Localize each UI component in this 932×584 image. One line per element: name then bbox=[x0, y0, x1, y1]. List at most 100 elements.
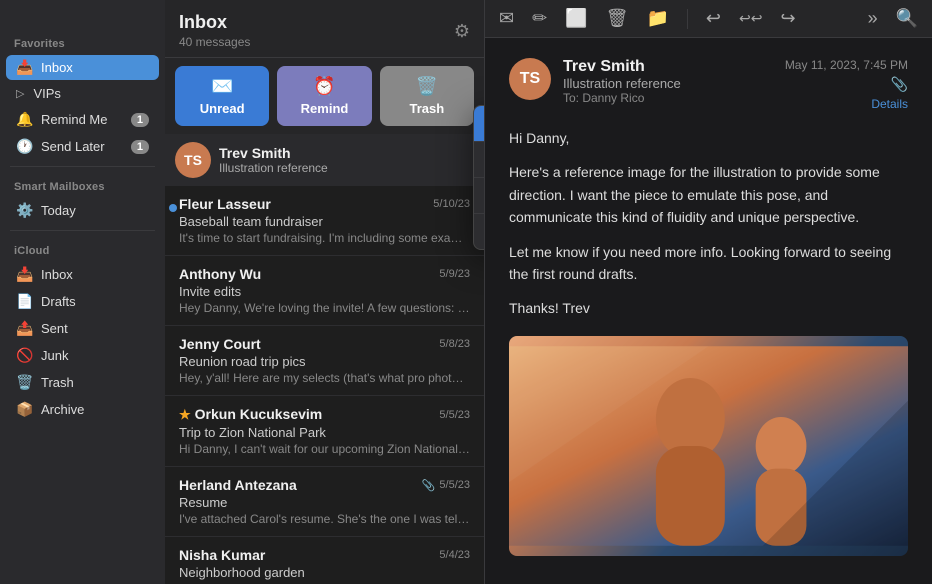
swipe-preview-row: TS Trev Smith Illustration reference bbox=[165, 134, 484, 186]
list-item[interactable]: Nisha Kumar 5/4/23 Neighborhood garden W… bbox=[165, 537, 484, 584]
unread-button[interactable]: ✉️ Unread bbox=[175, 66, 269, 126]
sidebar-trash-label: Trash bbox=[41, 375, 74, 390]
sidebar-inbox-label: Inbox bbox=[41, 60, 73, 75]
reply-all-icon[interactable]: ↩↩ bbox=[739, 10, 762, 27]
reply-icon[interactable]: ↩ bbox=[706, 8, 721, 29]
filter-icon[interactable]: ⚙ bbox=[454, 21, 470, 42]
search-icon[interactable]: 🔍 bbox=[896, 8, 918, 29]
email-right: May 11, 2023, 7:45 PM 📎 Details bbox=[785, 58, 908, 111]
folder-icon[interactable]: 📁 bbox=[646, 8, 668, 29]
list-item[interactable]: Fleur Lasseur 5/10/23 Baseball team fund… bbox=[165, 186, 484, 256]
trev-subject: Illustration reference bbox=[219, 161, 474, 175]
msg-subject: Invite edits bbox=[179, 284, 470, 299]
archive-action-icon[interactable]: ⬜ bbox=[565, 8, 587, 29]
compose-icon[interactable]: ✉ bbox=[499, 8, 514, 29]
email-body: Hi Danny, Here's a reference image for t… bbox=[509, 127, 908, 320]
msg-preview: Hi Danny, I can't wait for our upcoming … bbox=[179, 442, 470, 456]
msg-header: Anthony Wu 5/9/23 bbox=[179, 266, 470, 282]
sender-name: Herland Antezana bbox=[179, 477, 297, 493]
body-line-1: Hi Danny, bbox=[509, 127, 908, 149]
list-item[interactable]: ★Orkun Kucuksevim 5/5/23 Trip to Zion Na… bbox=[165, 396, 484, 467]
sidebar-icloud-inbox-label: Inbox bbox=[41, 267, 73, 282]
trev-avatar: TS bbox=[175, 142, 211, 178]
sidebar-item-trash[interactable]: 🗑️ Trash bbox=[6, 370, 159, 395]
sidebar-remind-label: Remind Me bbox=[41, 112, 107, 127]
sidebar-item-sent[interactable]: 📤 Sent bbox=[6, 316, 159, 341]
email-viewer: ✉ ✏ ⬜ 🗑 📁 ↩ ↩↩ ↪ » 🔍 TS Trev Smith Illus… bbox=[485, 0, 932, 584]
msg-header: Fleur Lasseur 5/10/23 bbox=[179, 196, 470, 212]
msg-subject: Trip to Zion National Park bbox=[179, 425, 470, 440]
remind-btn-label: Remind bbox=[301, 101, 349, 116]
sender-name: Nisha Kumar bbox=[179, 547, 265, 563]
msg-date: 5/5/23 bbox=[439, 409, 470, 421]
msg-subject: Neighborhood garden bbox=[179, 565, 470, 580]
junk-icon: 🚫 bbox=[16, 347, 34, 364]
trash-btn-label: Trash bbox=[409, 101, 444, 116]
drafts-icon: 📄 bbox=[16, 293, 34, 310]
msg-preview: It's time to start fundraising. I'm incl… bbox=[179, 231, 470, 245]
sidebar-vips-label: VIPs bbox=[33, 86, 60, 101]
remind-later[interactable]: Remind Me Later… bbox=[474, 214, 485, 249]
sidebar-item-inbox[interactable]: 📥 Inbox bbox=[6, 55, 159, 80]
remind-btn-icon: ⏰ bbox=[313, 76, 335, 97]
reference-image-svg bbox=[509, 336, 908, 556]
sender-name: Jenny Court bbox=[179, 336, 261, 352]
inbox-title: Inbox bbox=[179, 12, 250, 33]
sidebar-item-archive[interactable]: 📦 Archive bbox=[6, 397, 159, 422]
message-list: Inbox 40 messages ⚙ ✉️ Unread ⏰ Remind 🗑… bbox=[165, 0, 485, 584]
trev-preview-content: Trev Smith Illustration reference bbox=[219, 145, 474, 175]
sender-name: Fleur Lasseur bbox=[179, 196, 271, 212]
msg-date: 5/5/23 bbox=[439, 479, 470, 491]
remind-in-hour[interactable]: Remind Me in 1 Hour bbox=[474, 106, 485, 142]
list-item[interactable]: Anthony Wu 5/9/23 Invite edits Hey Danny… bbox=[165, 256, 484, 326]
sidebar-sendlater-label: Send Later bbox=[41, 139, 105, 154]
sent-icon: 📤 bbox=[16, 320, 34, 337]
sidebar-item-junk[interactable]: 🚫 Junk bbox=[6, 343, 159, 368]
forward-icon[interactable]: ↪ bbox=[780, 8, 795, 29]
star-icon: ▷ bbox=[16, 87, 24, 100]
trash-action-icon[interactable]: 🗑 bbox=[606, 8, 629, 29]
msg-header: Nisha Kumar 5/4/23 bbox=[179, 547, 470, 563]
remind-tomorrow[interactable]: Remind Me Tomorrow bbox=[474, 178, 485, 214]
remind-tonight[interactable]: Remind Me Tonight bbox=[474, 142, 485, 178]
email-reference-image bbox=[509, 336, 908, 556]
list-item[interactable]: Jenny Court 5/8/23 Reunion road trip pic… bbox=[165, 326, 484, 396]
sidebar-item-icloud-inbox[interactable]: 📥 Inbox bbox=[6, 262, 159, 287]
msg-date: 5/8/23 bbox=[439, 338, 470, 350]
sidebar-item-today[interactable]: ⚙️ Today bbox=[6, 198, 159, 223]
body-line-2: Here's a reference image for the illustr… bbox=[509, 161, 908, 228]
email-header: TS Trev Smith Illustration reference To:… bbox=[509, 58, 908, 111]
email-to: To: Danny Rico bbox=[563, 91, 773, 105]
attachment-icon: 📎 bbox=[422, 479, 436, 492]
sidebar-item-send-later[interactable]: 🕐 Send Later 1 bbox=[6, 134, 159, 159]
msg-subject: Baseball team fundraiser bbox=[179, 214, 470, 229]
toolbar-sep-1 bbox=[687, 9, 688, 29]
details-link[interactable]: Details bbox=[871, 97, 908, 111]
star-flag: ★ bbox=[179, 407, 191, 422]
unread-dot bbox=[169, 204, 177, 212]
msg-date: 5/4/23 bbox=[439, 549, 470, 561]
sidebar-sent-label: Sent bbox=[41, 321, 68, 336]
msg-date: 5/9/23 bbox=[439, 268, 470, 280]
email-meta: Trev Smith Illustration reference To: Da… bbox=[563, 58, 773, 105]
sidebar-item-drafts[interactable]: 📄 Drafts bbox=[6, 289, 159, 314]
msg-date: 5/10/23 bbox=[433, 198, 470, 210]
icloud-inbox-icon: 📥 bbox=[16, 266, 34, 283]
list-item[interactable]: Herland Antezana 📎 5/5/23 Resume I've at… bbox=[165, 467, 484, 537]
edit-icon[interactable]: ✏ bbox=[532, 8, 547, 29]
msg-header: Herland Antezana 📎 5/5/23 bbox=[179, 477, 470, 493]
msg-subject: Reunion road trip pics bbox=[179, 354, 470, 369]
action-buttons-bar: ✉️ Unread ⏰ Remind 🗑️ Trash bbox=[165, 58, 484, 134]
sender-name: ★Orkun Kucuksevim bbox=[179, 406, 322, 423]
msg-preview: Hey Danny, We're loving the invite! A fe… bbox=[179, 301, 470, 315]
message-list-header: Inbox 40 messages ⚙ bbox=[165, 0, 484, 58]
remind-button[interactable]: ⏰ Remind bbox=[277, 66, 371, 126]
sidebar-drafts-label: Drafts bbox=[41, 294, 76, 309]
sidebar-item-vips[interactable]: ▷ VIPs bbox=[6, 82, 159, 105]
sidebar: Favorites 📥 Inbox ▷ VIPs 🔔 Remind Me 1 🕐… bbox=[0, 0, 165, 584]
trash-button[interactable]: 🗑️ Trash bbox=[380, 66, 474, 126]
email-sender-name: Trev Smith bbox=[563, 58, 773, 76]
more-icon[interactable]: » bbox=[868, 8, 878, 29]
sidebar-item-remind-me[interactable]: 🔔 Remind Me 1 bbox=[6, 107, 159, 132]
remind-icon: 🔔 bbox=[16, 111, 34, 128]
